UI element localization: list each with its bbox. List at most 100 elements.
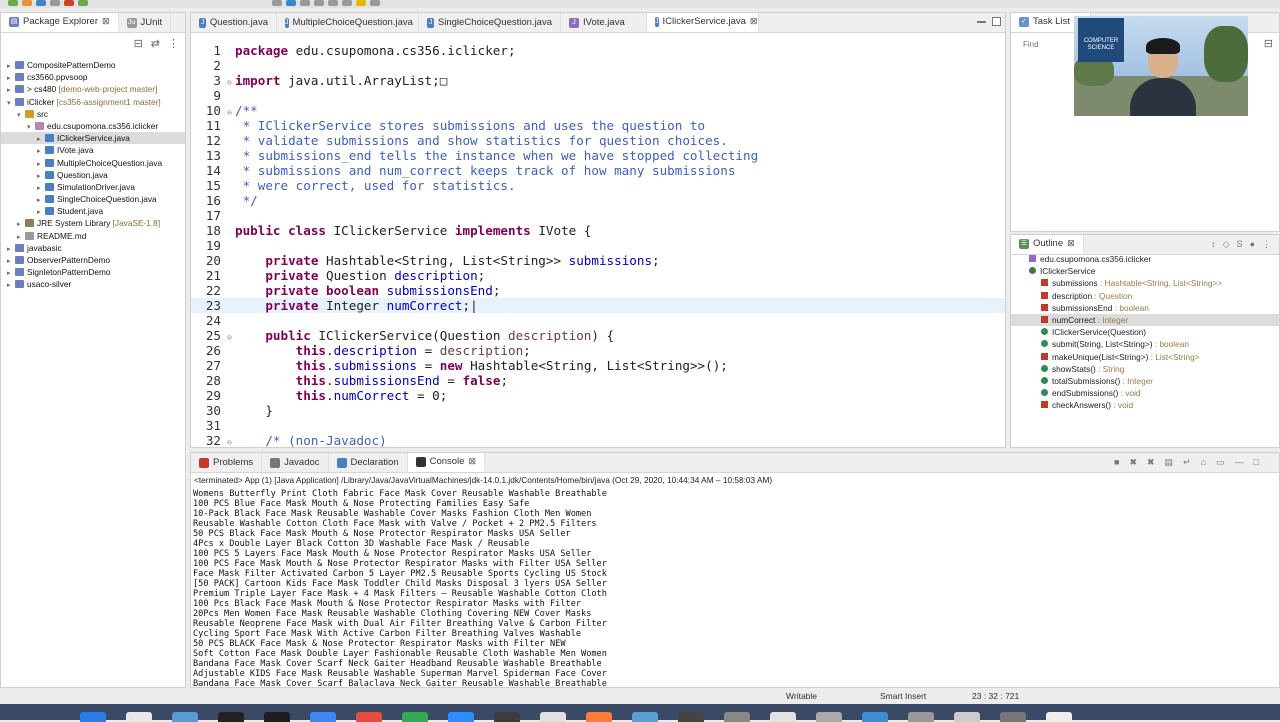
toolbar-icon[interactable] (272, 0, 282, 6)
code-line[interactable]: 27 this.submissions = new Hashtable<Stri… (191, 358, 1005, 373)
code-line[interactable]: 19 (191, 238, 1005, 253)
display-console-icon[interactable]: ▭ (1216, 457, 1225, 468)
dock-app-icon[interactable] (402, 712, 428, 722)
code-line[interactable]: 1 package edu.csupomona.cs356.iclicker; (191, 43, 1005, 58)
code-line[interactable]: 17 (191, 208, 1005, 223)
code-line[interactable]: 22 private boolean submissionsEnd; (191, 283, 1005, 298)
close-icon[interactable]: ⊠ (1067, 238, 1075, 249)
toolbar-icon[interactable] (328, 0, 338, 6)
editor-tab[interactable]: J SingleChoiceQuestion.java (419, 13, 561, 32)
dock-app-icon[interactable] (172, 712, 198, 722)
outline-item[interactable]: endSubmissions() : void (1011, 387, 1279, 399)
expand-arrow-icon[interactable]: ▸ (7, 280, 15, 292)
outline-item[interactable]: checkAnswers() : void (1011, 399, 1279, 411)
code-line[interactable]: 25 ⊖ public IClickerService(Question desc… (191, 328, 1005, 343)
terminate-icon[interactable]: ■ (1114, 457, 1119, 468)
dock-app-icon[interactable] (586, 712, 612, 722)
outline-item[interactable]: description : Question (1011, 290, 1279, 302)
code-line[interactable]: 31 (191, 418, 1005, 433)
tree-item[interactable]: ▸ Student.java (1, 205, 185, 217)
collapse-all-icon[interactable]: ⊟ (134, 37, 143, 50)
view-menu-icon[interactable]: ⋮ (168, 37, 179, 50)
dock-app-icon[interactable] (126, 712, 152, 722)
dock-app-icon[interactable] (816, 712, 842, 722)
tab-outline[interactable]: ☰ Outline ⊠ (1011, 235, 1084, 254)
code-line[interactable]: 21 private Question description; (191, 268, 1005, 283)
tree-item[interactable]: ▸ cs3560.ppvsoop (1, 71, 185, 83)
outline-item[interactable]: submissions : Hashtable<String, List<Str… (1011, 277, 1279, 289)
dock-app-icon[interactable] (632, 712, 658, 722)
code-line[interactable]: 10 ⊖/** (191, 103, 1005, 118)
toolbar-icon[interactable] (356, 0, 366, 6)
outline-item[interactable]: showStats() : String (1011, 363, 1279, 375)
scroll-lock-icon[interactable]: ▤ (1165, 457, 1174, 468)
tree-item[interactable]: ▸ > cs480 [demo-web-project master] (1, 83, 185, 95)
code-line[interactable]: 23 private Integer numCorrect;| (191, 298, 1005, 313)
sort-icon[interactable]: ↕ (1211, 239, 1216, 250)
outline-item[interactable]: makeUnique(List<String>) : List<String> (1011, 351, 1279, 363)
toolbar-icon[interactable] (342, 0, 352, 6)
view-menu-icon[interactable]: ⊟ (1264, 37, 1273, 50)
remove-launch-icon[interactable]: ✖ (1129, 457, 1137, 468)
word-wrap-icon[interactable]: ↵ (1183, 457, 1191, 468)
outline-item[interactable]: IClickerService (1011, 265, 1279, 277)
editor-tab[interactable]: J IClickerService.java ⊠ (647, 13, 759, 32)
close-icon[interactable]: ⊠ (750, 16, 758, 27)
view-menu-icon[interactable]: ⋮ (1262, 239, 1271, 250)
code-line[interactable]: 2 (191, 58, 1005, 73)
code-line[interactable]: 20 private Hashtable<String, List<String… (191, 253, 1005, 268)
editor-tab[interactable]: J MultipleChoiceQuestion.java (277, 13, 419, 32)
tab-declaration[interactable]: Declaration (329, 453, 408, 472)
toolbar-icon[interactable] (64, 0, 74, 6)
code-line[interactable]: 26 this.description = description; (191, 343, 1005, 358)
tab-console[interactable]: Console ⊠ (407, 453, 485, 472)
code-line[interactable]: 9 (191, 88, 1005, 103)
dock-app-icon[interactable] (218, 712, 244, 722)
dock-app-icon[interactable] (954, 712, 980, 722)
tree-item[interactable]: ▾ iClicker [cs356-assignment1 master] (1, 96, 185, 108)
dock-app-icon[interactable] (908, 712, 934, 722)
close-icon[interactable]: ⊠ (468, 456, 476, 467)
tree-item[interactable]: ▸ ObserverPatternDemo (1, 254, 185, 266)
tree-item[interactable]: ▸ SignletonPatternDemo (1, 266, 185, 278)
code-line[interactable]: 32 ⊖ /* (non-Javadoc) (191, 433, 1005, 447)
toolbar-icon[interactable] (78, 0, 88, 6)
code-line[interactable]: 18 public class IClickerService implemen… (191, 223, 1005, 238)
toolbar-icon[interactable] (370, 0, 380, 6)
dock-app-icon[interactable] (1000, 712, 1026, 722)
editor-tab[interactable]: J Question.java (191, 13, 277, 32)
toolbar-icon[interactable] (36, 0, 46, 6)
tree-item[interactable]: ▾ edu.csupomona.cs356.iclicker (1, 120, 185, 132)
tree-item[interactable]: ▾ src (1, 108, 185, 120)
code-line[interactable]: 3 ⊖ import java.util.ArrayList;□ (191, 73, 1005, 88)
tree-item[interactable]: ▸ CompositePatternDemo (1, 59, 185, 71)
minimize-icon[interactable] (977, 21, 986, 23)
tree-item[interactable]: ▸ usaco-silver (1, 278, 185, 290)
pin-console-icon[interactable]: ⌂ (1201, 457, 1206, 468)
outline-item[interactable]: submissionsEnd : boolean (1011, 302, 1279, 314)
code-line[interactable]: 14 * submissions and num_correct keeps t… (191, 163, 1005, 178)
dock-app-icon[interactable] (80, 712, 106, 722)
dock-app-icon[interactable] (724, 712, 750, 722)
maximize-icon[interactable] (992, 17, 1001, 26)
dock-app-icon[interactable] (310, 712, 336, 722)
toolbar-icon[interactable] (286, 0, 296, 6)
code-line[interactable]: 13 * submissions_end tells the instance … (191, 148, 1005, 163)
outline-item[interactable]: edu.csupomona.cs356.iclicker (1011, 253, 1279, 265)
outline-item[interactable]: IClickerService(Question) (1011, 326, 1279, 338)
hide-static-icon[interactable]: S (1237, 239, 1243, 250)
toolbar-icon[interactable] (22, 0, 32, 6)
dock-app-icon[interactable] (862, 712, 888, 722)
dock-app-icon[interactable] (494, 712, 520, 722)
dock-app-icon[interactable] (540, 712, 566, 722)
tree-item[interactable]: ▸ Question.java (1, 169, 185, 181)
minimize-icon[interactable]: — (1235, 457, 1244, 468)
dock-app-icon[interactable] (1046, 712, 1072, 722)
tab-junit[interactable]: Ju JUnit (119, 13, 172, 32)
toolbar-icon[interactable] (8, 0, 18, 6)
tree-item[interactable]: ▸ IVote.java (1, 144, 185, 156)
dock-app-icon[interactable] (448, 712, 474, 722)
toolbar-icon[interactable] (300, 0, 310, 6)
code-line[interactable]: 24 (191, 313, 1005, 328)
tree-item[interactable]: ▸ SingleChoiceQuestion.java (1, 193, 185, 205)
